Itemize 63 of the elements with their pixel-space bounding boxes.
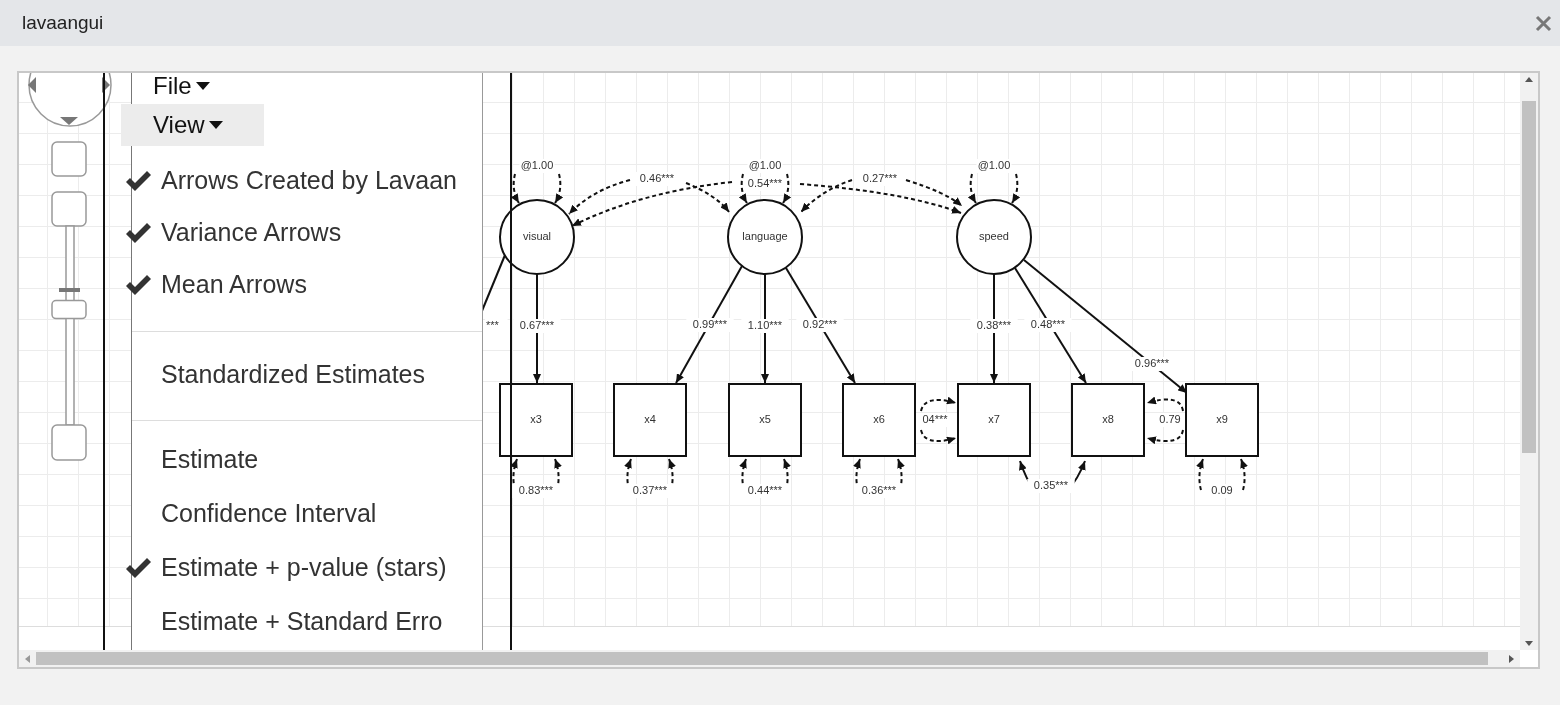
edge-label: 0.38*** [970,318,1018,333]
menu-item[interactable]: Mean Arrows [125,259,482,311]
pan-control[interactable] [28,73,112,127]
down-arrow-icon[interactable] [1525,641,1533,646]
observed-node[interactable]: x9 [1185,383,1259,457]
variance-label: @1.00 [747,158,783,173]
edge-label: 1.10*** [741,318,789,333]
right-arrow-icon[interactable] [1509,654,1514,663]
variance-label: @1.00 [519,158,555,173]
variance-label: 0.83*** [512,483,560,498]
menu-item[interactable]: Estimate + p-value (stars) [125,541,482,595]
zoom-button[interactable] [51,191,87,227]
observed-node[interactable]: x3 [499,383,573,457]
scrollbar-thumb[interactable] [36,652,1488,665]
menu-item[interactable]: Arrows Created by Lavaan [125,155,482,207]
edge-label: 0.67*** [513,318,561,333]
left-arrow-icon[interactable] [28,77,36,93]
covariance-arrow [920,396,957,445]
down-arrow-icon[interactable] [60,117,78,125]
left-arrow-icon[interactable] [25,654,30,663]
variance-label: @1.00 [976,158,1012,173]
scrollbar[interactable] [1520,73,1538,650]
slider-track[interactable] [65,225,75,426]
close-icon[interactable] [1535,14,1552,32]
check-icon [125,170,152,192]
variance-arrow [968,173,1020,204]
menu-item[interactable]: Estimate [125,433,482,487]
variance-label: 0.36*** [855,483,903,498]
scrollbar[interactable] [19,650,1520,667]
caret-icon [208,121,223,129]
up-arrow-icon[interactable] [1525,77,1533,82]
menu-button[interactable]: File [132,73,482,99]
slider-tick [59,288,80,292]
edge-label: 0.92*** [796,317,844,332]
covariance-arrow [1146,396,1184,445]
observed-node[interactable]: x5 [728,383,802,457]
variance-label: 0.37*** [626,483,674,498]
variance-arrow [739,173,791,204]
menu-item[interactable]: Confidence Interval [125,487,482,541]
edge-label: 0.35*** [1027,478,1075,493]
check-icon [125,274,152,296]
window-title: lavaangui [22,10,104,35]
observed-node[interactable]: x6 [842,383,916,457]
observed-node[interactable]: x7 [957,383,1031,457]
latent-node[interactable]: visual [499,199,575,275]
scrollbar-thumb[interactable] [1522,100,1536,453]
observed-node[interactable]: x4 [613,383,687,457]
observed-node[interactable]: x8 [1071,383,1145,457]
caret-icon [195,82,210,90]
menu-item[interactable]: Standardized Estimates [125,349,482,401]
check-icon [125,557,152,579]
zoom-button[interactable] [51,424,87,461]
slider-thumb[interactable] [51,299,87,320]
menu-item[interactable]: Variance Arrows [125,207,482,259]
check-icon [125,222,152,244]
zoom-button[interactable] [51,141,87,177]
variance-label: 0.44*** [741,483,789,498]
edge-label: 0.99*** [686,317,734,332]
menu-button[interactable]: View [121,104,264,146]
latent-node[interactable]: speed [956,199,1032,275]
latent-node[interactable]: language [727,199,803,275]
edge-label: 0.48*** [1024,317,1072,332]
menu-item[interactable]: Estimate + Standard Erro [125,595,482,649]
